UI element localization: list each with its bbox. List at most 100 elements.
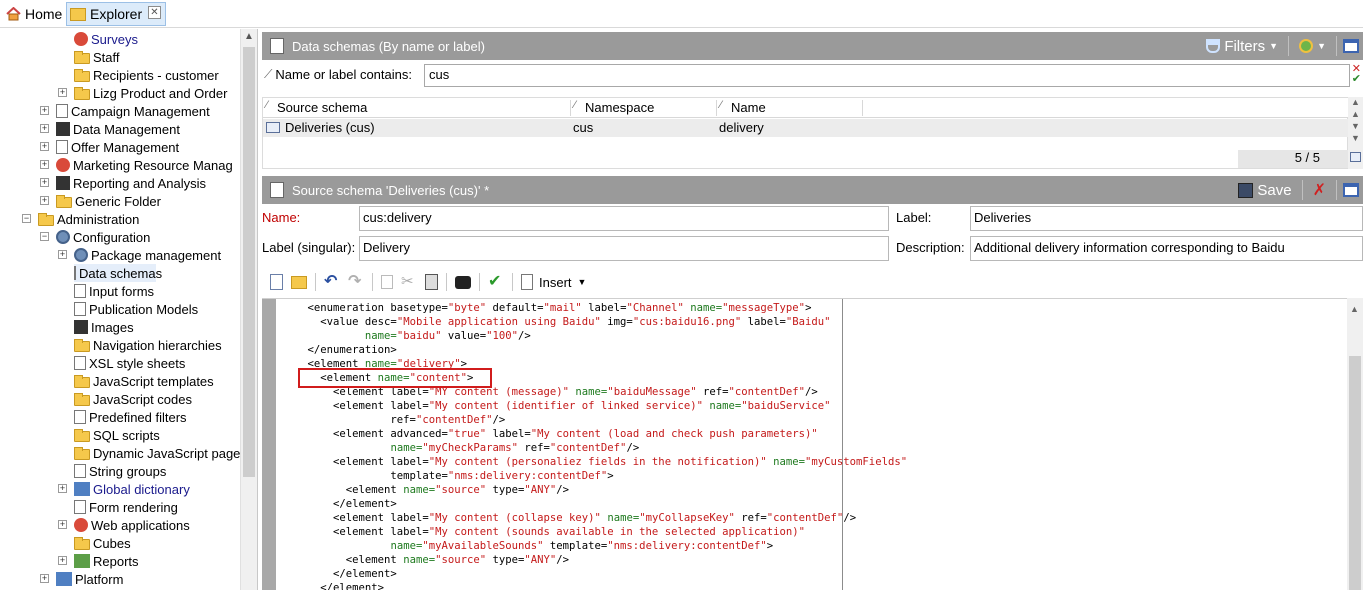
tree-item[interactable]: Lizg Product and Order — [74, 84, 227, 102]
code-line[interactable]: <value desc="Mobile application using Ba… — [262, 315, 907, 329]
maximize-icon[interactable] — [1343, 183, 1359, 197]
tree-item[interactable]: XSL style sheets — [74, 354, 185, 372]
tree-item[interactable]: Form rendering — [74, 498, 178, 516]
code-line[interactable]: </enumeration> — [262, 343, 907, 357]
name-filter-input[interactable]: cus — [424, 64, 1350, 87]
scrollbar-thumb[interactable] — [243, 47, 255, 477]
code-line[interactable]: template="nms:delivery:contentDef"> — [262, 469, 907, 483]
tree-item[interactable]: Dynamic JavaScript page — [74, 444, 240, 462]
tree-item[interactable]: Package management — [74, 246, 221, 264]
singular-field[interactable]: Delivery — [359, 236, 889, 261]
list-scrollbar[interactable]: ▲ ▲ ▼ ▼ — [1348, 97, 1363, 169]
tree-item[interactable]: Marketing Resource Manag — [56, 156, 233, 174]
expand-icon[interactable]: + — [40, 142, 49, 151]
code-line[interactable]: </element> — [262, 581, 907, 590]
collapse-icon[interactable]: − — [22, 214, 31, 223]
code-line[interactable]: <element label="My content (identifier o… — [262, 399, 907, 413]
configure-list-icon[interactable] — [1350, 152, 1361, 162]
name-field[interactable]: cus:delivery — [359, 206, 889, 231]
expand-icon[interactable]: + — [40, 160, 49, 169]
expand-icon[interactable]: + — [58, 250, 67, 259]
tree-item[interactable]: Recipients - customer — [74, 66, 219, 84]
tree-item[interactable]: Platform — [56, 570, 123, 588]
copy-icon[interactable] — [381, 275, 393, 289]
code-line[interactable]: <element advanced="true" label="My conte… — [262, 427, 907, 441]
tree-item[interactable]: Global dictionary — [74, 480, 190, 498]
paste-icon[interactable] — [425, 274, 438, 290]
close-icon[interactable]: ✕ — [148, 6, 161, 19]
tree-item[interactable]: Generic Folder — [56, 192, 161, 210]
code-line[interactable]: <element name="source" type="ANY"/> — [262, 553, 907, 567]
tree-item[interactable]: Reports — [74, 552, 139, 570]
column-namespace[interactable]: Namespace — [571, 99, 717, 116]
column-name[interactable]: Name — [717, 99, 863, 116]
redo-icon[interactable]: ↷ — [348, 274, 364, 290]
editor-scrollbar[interactable]: ▲ — [1347, 298, 1363, 590]
expand-icon[interactable]: + — [58, 556, 67, 565]
find-icon[interactable] — [455, 275, 471, 289]
label-field[interactable]: Deliveries — [970, 206, 1363, 231]
code-line[interactable]: name="myAvailableSounds" template="nms:d… — [262, 539, 907, 553]
cancel-icon[interactable]: ✗ — [1309, 180, 1330, 200]
code-line[interactable]: <element label="My content (sounds avail… — [262, 525, 907, 539]
expand-icon[interactable]: + — [58, 520, 67, 529]
open-folder-icon[interactable] — [291, 275, 307, 289]
description-field[interactable]: Additional delivery information correspo… — [970, 236, 1363, 261]
tree-item[interactable]: Data Management — [56, 120, 180, 138]
expand-icon[interactable]: + — [58, 88, 67, 97]
expand-icon[interactable]: + — [40, 124, 49, 133]
undo-icon[interactable]: ↶ — [324, 274, 340, 290]
tree-item[interactable]: Campaign Management — [56, 102, 210, 120]
expand-icon[interactable]: + — [40, 106, 49, 115]
code-line[interactable]: </element> — [262, 567, 907, 581]
actions-button[interactable]: ▼ — [1295, 39, 1330, 53]
tree-item[interactable]: Navigation hierarchies — [74, 336, 222, 354]
tree-item[interactable]: JavaScript templates — [74, 372, 214, 390]
tree-item[interactable]: Offer Management — [56, 138, 179, 156]
code-line[interactable]: <element name="source" type="ANY"/> — [262, 483, 907, 497]
code-line[interactable]: <element label="My content (personaliez … — [262, 455, 907, 469]
code-line[interactable]: </element> — [262, 497, 907, 511]
check-icon[interactable]: ✔ — [488, 274, 504, 290]
tree-item[interactable]: Input forms — [74, 282, 154, 300]
tree-item[interactable]: Cubes — [74, 534, 131, 552]
code-line[interactable]: name="myCheckParams" ref="contentDef"/> — [262, 441, 907, 455]
tree-item[interactable]: Configuration — [56, 228, 150, 246]
save-button[interactable]: Save — [1234, 182, 1295, 199]
filters-button[interactable]: Filters ▼ — [1202, 38, 1282, 55]
tree-item[interactable]: SQL scripts — [74, 426, 160, 444]
tree-item[interactable]: Images — [74, 318, 134, 336]
expand-icon[interactable]: + — [40, 574, 49, 583]
tab-home[interactable]: Home — [2, 2, 66, 26]
table-row[interactable]: Deliveries (cus) cus delivery — [263, 119, 1348, 137]
xml-editor[interactable]: <enumeration basetype="byte" default="ma… — [262, 298, 1347, 590]
tree-item[interactable]: JavaScript codes — [74, 390, 192, 408]
collapse-icon[interactable]: − — [40, 232, 49, 241]
expand-icon[interactable]: + — [58, 484, 67, 493]
tree-item[interactable]: Reporting and Analysis — [56, 174, 206, 192]
tree-item[interactable]: Publication Models — [74, 300, 198, 318]
expand-icon[interactable]: + — [40, 196, 49, 205]
tree-item[interactable]: Surveys — [74, 30, 138, 48]
tree-item[interactable]: Administration — [38, 210, 139, 228]
code-line[interactable]: ref="contentDef"/> — [262, 413, 907, 427]
code-line[interactable]: <element label="My content (collapse key… — [262, 511, 907, 525]
tree-item[interactable]: Predefined filters — [74, 408, 187, 426]
expand-icon[interactable]: + — [40, 178, 49, 187]
code-line[interactable]: name="baidu" value="100"/> — [262, 329, 907, 343]
new-document-icon[interactable] — [270, 274, 283, 290]
maximize-icon[interactable] — [1343, 39, 1359, 53]
code-line[interactable]: <enumeration basetype="byte" default="ma… — [262, 301, 907, 315]
scrollbar-thumb[interactable] — [1349, 356, 1361, 590]
tree-item[interactable]: Data schemas — [74, 264, 162, 282]
cut-icon[interactable]: ✂ — [401, 274, 417, 290]
tab-explorer[interactable]: Explorer ✕ — [66, 2, 166, 26]
scroll-up-icon[interactable]: ▲ — [244, 31, 254, 42]
tree-item[interactable]: Web applications — [74, 516, 190, 534]
insert-button[interactable]: Insert ▼ — [521, 274, 586, 290]
tree-item[interactable]: Staff — [74, 48, 120, 66]
column-source-schema[interactable]: Source schema — [263, 99, 571, 116]
xml-code[interactable]: <enumeration basetype="byte" default="ma… — [262, 301, 908, 590]
clear-filter-icon[interactable]: ✕ ✔ — [1352, 64, 1361, 85]
tree-scrollbar[interactable]: ▲ — [240, 29, 257, 590]
